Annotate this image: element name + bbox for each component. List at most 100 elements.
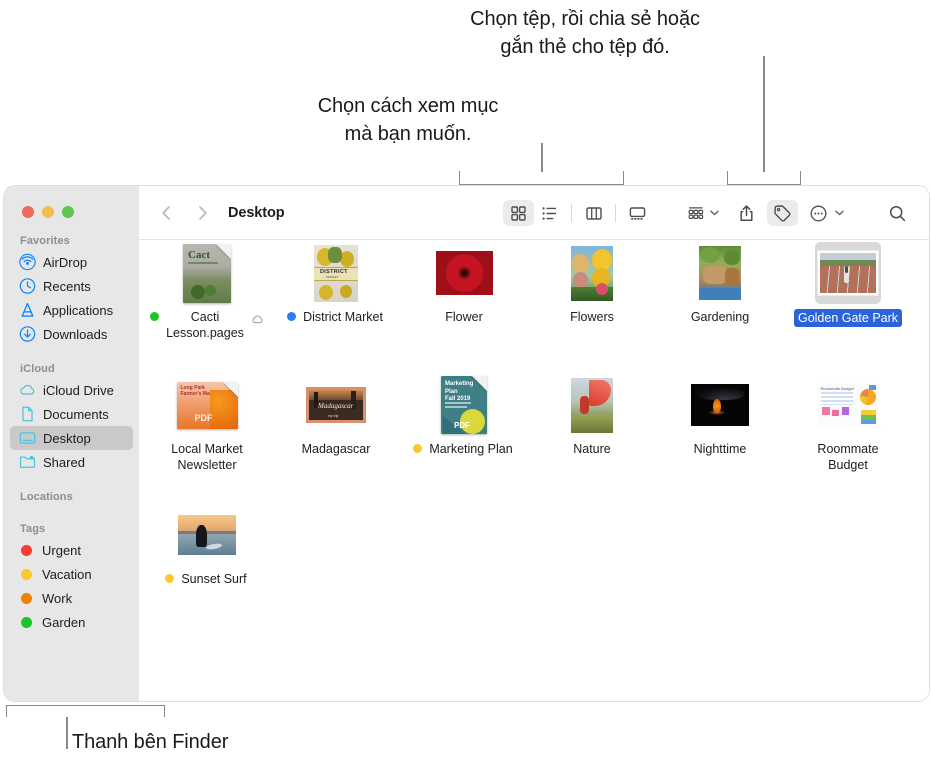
file-name-label[interactable]: District Market	[301, 309, 385, 325]
file-name-label[interactable]: Flower	[443, 309, 485, 325]
sidebar-section-header: Favorites	[20, 235, 70, 247]
chevron-left-icon	[161, 206, 170, 220]
sidebar-item-documents[interactable]: Documents	[10, 402, 133, 426]
file-thumbnail-container[interactable]	[815, 242, 881, 304]
tag-button[interactable]	[767, 200, 798, 226]
file-thumbnail	[699, 246, 741, 300]
file-item[interactable]: Gardening	[660, 242, 780, 325]
file-thumbnail-container[interactable]: Long Park Farmer's Market PDF	[174, 374, 240, 436]
sidebar-item-icloud-drive[interactable]: iCloud Drive	[10, 378, 133, 402]
file-thumbnail-container[interactable]	[687, 242, 753, 304]
icloud-download-icon[interactable]	[251, 311, 264, 329]
file-thumbnail	[691, 384, 749, 426]
sidebar-item-label: Applications	[43, 302, 114, 318]
sidebar-item-recents[interactable]: Recents	[10, 274, 133, 298]
file-name-label[interactable]: Cacti Lesson.pages	[164, 309, 246, 341]
file-thumbnail: Roommate Budget	[817, 383, 879, 427]
finder-toolbar: Desktop	[139, 186, 929, 240]
search-icon	[889, 205, 906, 221]
more-options-chevron-down-icon[interactable]	[835, 210, 844, 216]
forward-button[interactable]	[189, 200, 215, 226]
sidebar-item-label: Urgent	[42, 542, 82, 558]
file-thumbnail-container[interactable]	[559, 242, 625, 304]
zoom-button[interactable]	[62, 206, 74, 218]
icon-view-button[interactable]	[503, 200, 534, 226]
file-item[interactable]: Roommate Budget Roommate Budget	[788, 374, 908, 473]
search-button[interactable]	[882, 200, 913, 226]
gallery-view-button[interactable]	[622, 200, 653, 226]
sidebar-item-label: iCloud Drive	[43, 382, 114, 398]
file-name-label[interactable]: Golden Gate Park	[793, 309, 903, 327]
sidebar-item-downloads[interactable]: Downloads	[10, 322, 133, 346]
sidebar-item-garden[interactable]: Garden	[10, 610, 133, 634]
file-item[interactable]: Cact Cacti Lesson.pages	[147, 242, 267, 341]
file-name-row: Nighttime	[692, 441, 749, 457]
close-button[interactable]	[22, 206, 34, 218]
file-name-label[interactable]: Sunset Surf	[179, 571, 248, 587]
share-button[interactable]	[731, 200, 762, 226]
document-corner-fold	[216, 243, 231, 259]
file-tag-dot	[287, 312, 297, 321]
file-thumbnail-container[interactable]: Roommate Budget	[815, 374, 881, 436]
back-button[interactable]	[153, 200, 179, 226]
column-view-button[interactable]	[578, 200, 609, 226]
file-name-row: Madagascar	[300, 441, 373, 457]
sidebar-item-applications[interactable]: Applications	[10, 298, 133, 322]
file-name-label[interactable]: Gardening	[689, 309, 751, 325]
file-item[interactable]: Nature	[532, 374, 652, 457]
file-name-row: Golden Gate Park	[793, 309, 903, 327]
file-thumbnail-container[interactable]	[174, 504, 240, 566]
callout-share-tag: Chọn tệp, rồi chia sẻ hoặc gắn thẻ cho t…	[470, 8, 700, 59]
downloads-icon	[19, 326, 36, 343]
file-thumbnail	[435, 251, 493, 295]
file-name-label[interactable]: Local Market Newsletter	[169, 441, 245, 473]
file-thumbnail-container[interactable]	[687, 374, 753, 436]
file-thumbnail-container[interactable]: DISTRICT MARKET	[303, 242, 369, 304]
file-thumbnail-container[interactable]: Cact	[174, 242, 240, 304]
finder-content: Desktop Cact Cacti Lesson.pages DISTRICT…	[139, 186, 929, 701]
sidebar-item-label: Downloads	[43, 326, 108, 342]
file-name-label[interactable]: Madagascar	[300, 441, 373, 457]
file-item[interactable]: Madagascar my trip Madagascar	[276, 374, 396, 457]
callout-view-mode: Chọn cách xem mục mà bạn muốn.	[317, 95, 499, 146]
sidebar-item-airdrop[interactable]: AirDrop	[10, 250, 133, 274]
file-icon-grid[interactable]: Cact Cacti Lesson.pages DISTRICT MARKET …	[139, 240, 929, 701]
file-item[interactable]: Golden Gate Park	[788, 242, 908, 327]
more-options-button[interactable]	[803, 200, 834, 226]
list-view-button[interactable]	[534, 200, 565, 226]
view-mode-group	[503, 200, 653, 226]
toolbar-divider	[615, 204, 616, 222]
sidebar-item-label: Work	[42, 590, 73, 606]
file-name-label[interactable]: Nature	[571, 441, 613, 457]
sidebar-item-urgent[interactable]: Urgent	[10, 538, 133, 562]
file-thumbnail-container[interactable]	[431, 242, 497, 304]
sidebar-item-desktop[interactable]: Desktop	[10, 426, 133, 450]
file-item[interactable]: Long Park Farmer's Market PDF Local Marke…	[147, 374, 267, 473]
group-by-button[interactable]	[683, 200, 709, 226]
file-name-label[interactable]: Marketing Plan	[427, 441, 514, 457]
minimize-button[interactable]	[42, 206, 54, 218]
file-item[interactable]: DISTRICT MARKET District Market	[276, 242, 396, 325]
toolbar-divider	[571, 204, 572, 222]
airdrop-icon	[19, 253, 36, 271]
file-item[interactable]: Marketing Plan Fall 2019 PDF Marketing Pla…	[404, 374, 524, 457]
file-item[interactable]: Flowers	[532, 242, 652, 325]
file-name-label[interactable]: Nighttime	[692, 441, 749, 457]
file-item[interactable]: Flower	[404, 242, 524, 325]
file-item[interactable]: Sunset Surf	[147, 504, 267, 587]
share-icon	[740, 204, 753, 221]
file-item[interactable]: Nighttime	[660, 374, 780, 457]
sidebar-item-label: AirDrop	[43, 254, 88, 270]
file-thumbnail-container[interactable]: Marketing Plan Fall 2019 PDF	[431, 374, 497, 436]
sidebar-item-shared[interactable]: Shared	[10, 450, 133, 474]
sidebar-item-work[interactable]: Work	[10, 586, 133, 610]
file-name-row: Gardening	[689, 309, 751, 325]
file-thumbnail-container[interactable]	[559, 374, 625, 436]
sidebar-item-vacation[interactable]: Vacation	[10, 562, 133, 586]
file-name-label[interactable]: Roommate Budget	[815, 441, 880, 473]
document-corner-fold	[472, 376, 487, 391]
file-name-label[interactable]: Flowers	[568, 309, 616, 325]
grid-icon	[511, 205, 526, 221]
file-thumbnail-container[interactable]: Madagascar my trip	[303, 374, 369, 436]
group-by-chevron-down-icon[interactable]	[710, 210, 719, 216]
